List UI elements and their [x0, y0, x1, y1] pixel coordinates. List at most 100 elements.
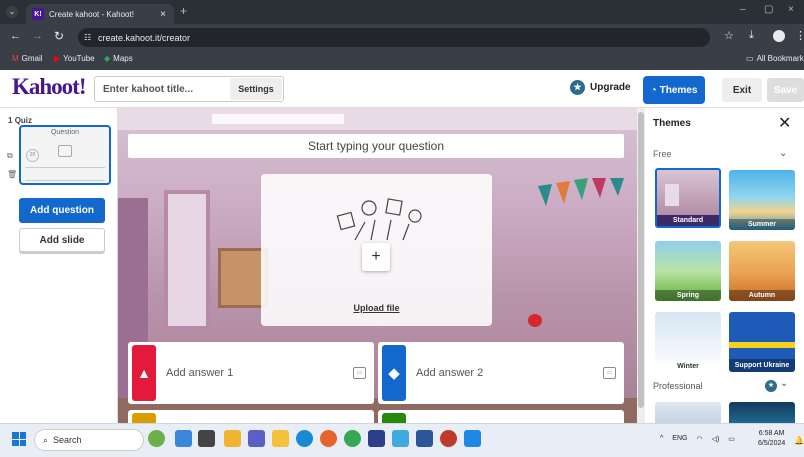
all-bookmarks[interactable]: ▭ All Bookmarks — [746, 54, 804, 63]
answer-2-input[interactable]: Add answer 2 — [416, 367, 593, 379]
youtube-icon: ▶ — [54, 54, 61, 63]
kahoot-logo[interactable]: Kahoot! — [12, 74, 86, 100]
answer-4[interactable] — [378, 410, 624, 423]
bookmark-gmail[interactable]: M Gmail — [12, 54, 43, 63]
url-bar[interactable]: ☷ create.kahoot.it/creator — [78, 28, 710, 47]
free-section-label: Free — [653, 149, 672, 159]
themes-label: Themes — [659, 84, 698, 96]
tab-close-icon[interactable]: × — [160, 9, 166, 20]
back-icon[interactable]: ← — [10, 30, 21, 42]
download-icon[interactable]: ⤓ — [749, 29, 754, 42]
theme-summer[interactable]: Summer — [729, 170, 795, 230]
app-icon-4[interactable] — [440, 430, 457, 447]
widgets-icon[interactable] — [175, 430, 192, 447]
add-slide-button[interactable]: Add slide — [19, 228, 105, 252]
thumb-answers — [25, 167, 105, 181]
upload-file-link[interactable]: Upload file — [261, 303, 492, 313]
close-themes-icon[interactable]: ✕ — [778, 113, 791, 133]
theme-professional-1[interactable] — [655, 402, 721, 423]
notification-bell-icon[interactable]: 🔔 — [794, 436, 804, 445]
save-button[interactable]: Save — [767, 78, 804, 102]
app-icon-1[interactable] — [224, 430, 241, 447]
theme-standard[interactable]: Standard — [655, 168, 721, 228]
chrome-icon[interactable] — [344, 430, 361, 447]
free-chevron-down-icon[interactable]: ⌄ — [779, 148, 787, 159]
app-icon-3[interactable] — [392, 430, 409, 447]
photos-icon[interactable] — [464, 430, 481, 447]
profile-avatar-icon[interactable] — [773, 30, 785, 42]
theme-support-ukraine[interactable]: Support Ukraine — [729, 312, 795, 372]
bookmark-star-icon[interactable]: ☆ — [724, 29, 734, 42]
theme-autumn[interactable]: Autumn — [729, 241, 795, 301]
forward-icon[interactable]: → — [32, 30, 43, 42]
add-media-button[interactable]: + — [362, 243, 390, 271]
language-indicator[interactable]: ENG — [672, 435, 687, 443]
themes-button[interactable]: ◔ Themes — [643, 76, 705, 104]
apple-icon — [528, 314, 542, 327]
system-tray: ^ ENG ◠ ◁) ▭ — [660, 435, 735, 443]
tray-chevron-up-icon[interactable]: ^ — [660, 435, 663, 443]
tab-search-icon[interactable]: ⌄ — [6, 6, 18, 18]
teams-icon[interactable] — [248, 430, 265, 447]
word-icon[interactable] — [416, 430, 433, 447]
app-icon-2[interactable] — [368, 430, 385, 447]
answer-1[interactable]: ▲ Add answer 1 ▭ — [128, 342, 374, 404]
settings-button[interactable]: Settings — [230, 78, 282, 100]
professional-chevron-down-icon[interactable]: ⌄ — [780, 378, 788, 389]
answer-2-image-icon[interactable]: ▭ — [603, 367, 616, 379]
thumb-question-label: Question — [50, 129, 80, 136]
slide-thumbnail[interactable]: Question 20 — [19, 125, 111, 185]
triangle-icon: ▲ — [137, 365, 151, 381]
delete-slide-icon[interactable]: 🗑 — [7, 170, 17, 179]
question-placeholder: Start typing your question — [307, 139, 445, 153]
answer-1-input[interactable]: Add answer 1 — [166, 367, 343, 379]
reload-icon[interactable]: ↻ — [54, 29, 64, 43]
themes-panel-title: Themes — [653, 118, 691, 129]
search-icon: ⌕ — [43, 434, 49, 445]
duplicate-slide-icon[interactable]: ⧉ — [7, 151, 13, 161]
site-info-icon[interactable]: ☷ — [84, 33, 91, 42]
browser-tab[interactable]: K! Create kahoot - Kahoot! × — [26, 4, 174, 24]
new-tab-icon[interactable]: + — [180, 4, 187, 18]
answer-3[interactable] — [128, 410, 374, 423]
question-input[interactable]: Start typing your question — [128, 134, 624, 158]
volume-icon[interactable]: ◁) — [712, 435, 720, 443]
classroom-ceiling — [118, 108, 638, 130]
wifi-icon[interactable]: ◠ — [696, 435, 702, 443]
taskbar-search[interactable]: ⌕ Search — [34, 429, 144, 451]
theme-spring[interactable]: Spring — [655, 241, 721, 301]
answer-4-color — [382, 413, 406, 423]
bookmark-youtube[interactable]: ▶ YouTube — [54, 54, 95, 63]
minimize-icon[interactable]: – — [740, 4, 746, 15]
taskview-icon[interactable] — [198, 430, 215, 447]
theme-support-ukraine-label: Support Ukraine — [729, 359, 795, 372]
professional-star-icon: ★ — [765, 380, 777, 392]
taskbar-clock[interactable]: 6:58 AM 6/5/2024 — [758, 429, 785, 449]
battery-icon[interactable]: ▭ — [728, 435, 735, 443]
thumb-timer: 20 — [26, 149, 39, 162]
exit-button[interactable]: Exit — [722, 78, 762, 102]
firefox-icon[interactable] — [320, 430, 337, 447]
close-window-icon[interactable]: × — [788, 4, 794, 15]
upgrade-button[interactable]: ★ Upgrade — [570, 80, 631, 95]
file-explorer-icon[interactable] — [272, 430, 289, 447]
search-label: Search — [53, 435, 82, 445]
answer-1-image-icon[interactable]: ▭ — [353, 367, 366, 379]
edge-icon[interactable] — [296, 430, 313, 447]
browser-menu-icon[interactable]: ⋮ — [795, 29, 804, 42]
standard-window — [665, 184, 679, 206]
theme-winter[interactable]: Winter — [655, 312, 721, 372]
url-text: create.kahoot.it/creator — [98, 32, 191, 43]
slide-label: 1 Quiz — [8, 116, 33, 125]
palette-icon: ◔ — [650, 84, 657, 96]
answer-2[interactable]: ◆ Add answer 2 ▭ — [378, 342, 624, 404]
media-illustration-icon — [336, 198, 422, 241]
bookmark-maps[interactable]: ◆ Maps — [104, 54, 133, 63]
add-question-button[interactable]: Add question — [19, 198, 105, 223]
scrollbar-thumb[interactable] — [638, 112, 644, 408]
theme-professional-2[interactable] — [729, 402, 795, 423]
maximize-icon[interactable]: ▢ — [764, 4, 773, 15]
weather-icon[interactable] — [148, 430, 165, 447]
theme-summer-label: Summer — [729, 219, 795, 230]
windows-start-icon[interactable] — [12, 432, 26, 446]
